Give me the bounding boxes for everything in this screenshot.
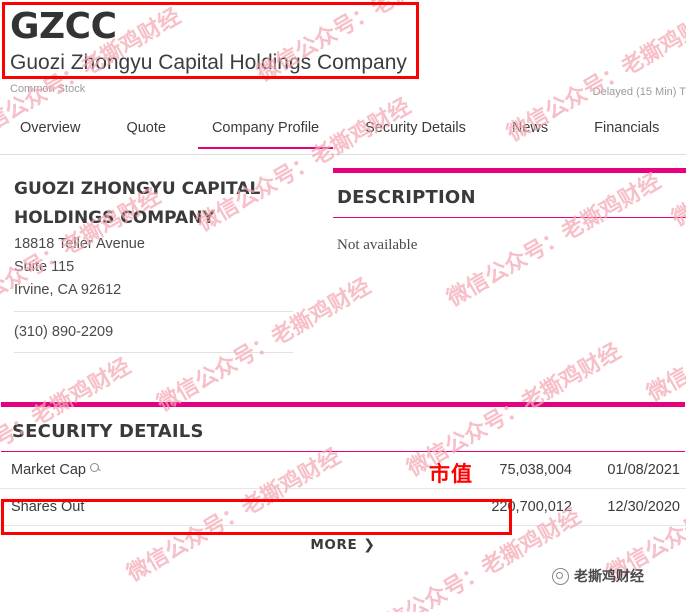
tab-overview[interactable]: Overview [20,112,80,148]
description-body: Not available [337,237,418,253]
company-name: Guozi Zhongyu Capital Holdings Company [10,51,407,74]
security-details-title: SECURITY DETAILS [1,407,685,452]
stock-profile-page: GZCC Guozi Zhongyu Capital Holdings Comp… [0,0,686,612]
more-button[interactable]: MORE ❯ [0,526,686,553]
company-legal-name: GUOZI ZHONGYU CAPITAL HOLDINGS COMPANY [14,175,264,233]
security-detail-value: 220,700,012 [491,499,572,515]
company-address-card: GUOZI ZHONGYU CAPITAL HOLDINGS COMPANY 1… [0,155,333,362]
security-details-panel: SECURITY DETAILS Market Cap 75,038,004 01/… [0,402,686,553]
company-legal-name-line2: HOLDINGS COMPANY [14,208,215,228]
security-type-label: Common Stock [10,83,86,95]
security-detail-label-cell: Market Cap [11,462,311,478]
address-line-3: Irvine, CA 92612 [14,282,122,298]
ticker-symbol: GZCC [10,6,117,47]
description-title: DESCRIPTION [333,173,686,218]
page-header: GZCC Guozi Zhongyu Capital Holdings Comp… [0,0,686,96]
description-panel: DESCRIPTION Not available [333,155,686,362]
company-phone: (310) 890-2209 [14,324,114,340]
security-detail-label: Market Cap [11,462,86,478]
watermark-logo: 老撕鸡财经 [552,566,644,586]
address-line-2: Suite 115 [14,259,75,275]
tab-quote[interactable]: Quote [126,112,166,148]
security-detail-date: 01/08/2021 [607,462,680,478]
tab-news[interactable]: News [512,112,548,148]
security-detail-row: Shares Out 220,700,012 12/30/2020 [0,489,686,526]
security-detail-label: Shares Out [11,499,85,515]
tab-security-details[interactable]: Security Details [365,112,466,148]
security-detail-row: Market Cap 75,038,004 01/08/2021 [0,452,686,489]
profile-section: GUOZI ZHONGYU CAPITAL HOLDINGS COMPANY 1… [0,155,686,362]
delayed-quote-note: Delayed (15 Min) T [592,86,686,98]
annotation-label-market-cap: 市值 [429,462,473,486]
address-line-1: 18818 Teller Avenue [14,236,145,252]
company-legal-name-line1: GUOZI ZHONGYU CAPITAL [14,179,261,199]
search-icon[interactable] [89,462,99,472]
chevron-right-icon: ❯ [363,537,376,553]
address-divider-1 [14,311,293,312]
address-divider-2 [14,352,293,353]
tab-bar: Overview Quote Company Profile Security Det… [0,112,686,155]
security-detail-label-cell: Shares Out [11,499,311,515]
security-detail-date: 12/30/2020 [607,499,680,515]
watermark-logo-text: 老撕鸡财经 [574,569,644,585]
tab-financials[interactable]: Financials [594,112,659,148]
tab-company-profile[interactable]: Company Profile [197,112,334,149]
watermark-ring-icon [552,567,569,585]
more-button-label: MORE [310,537,358,553]
